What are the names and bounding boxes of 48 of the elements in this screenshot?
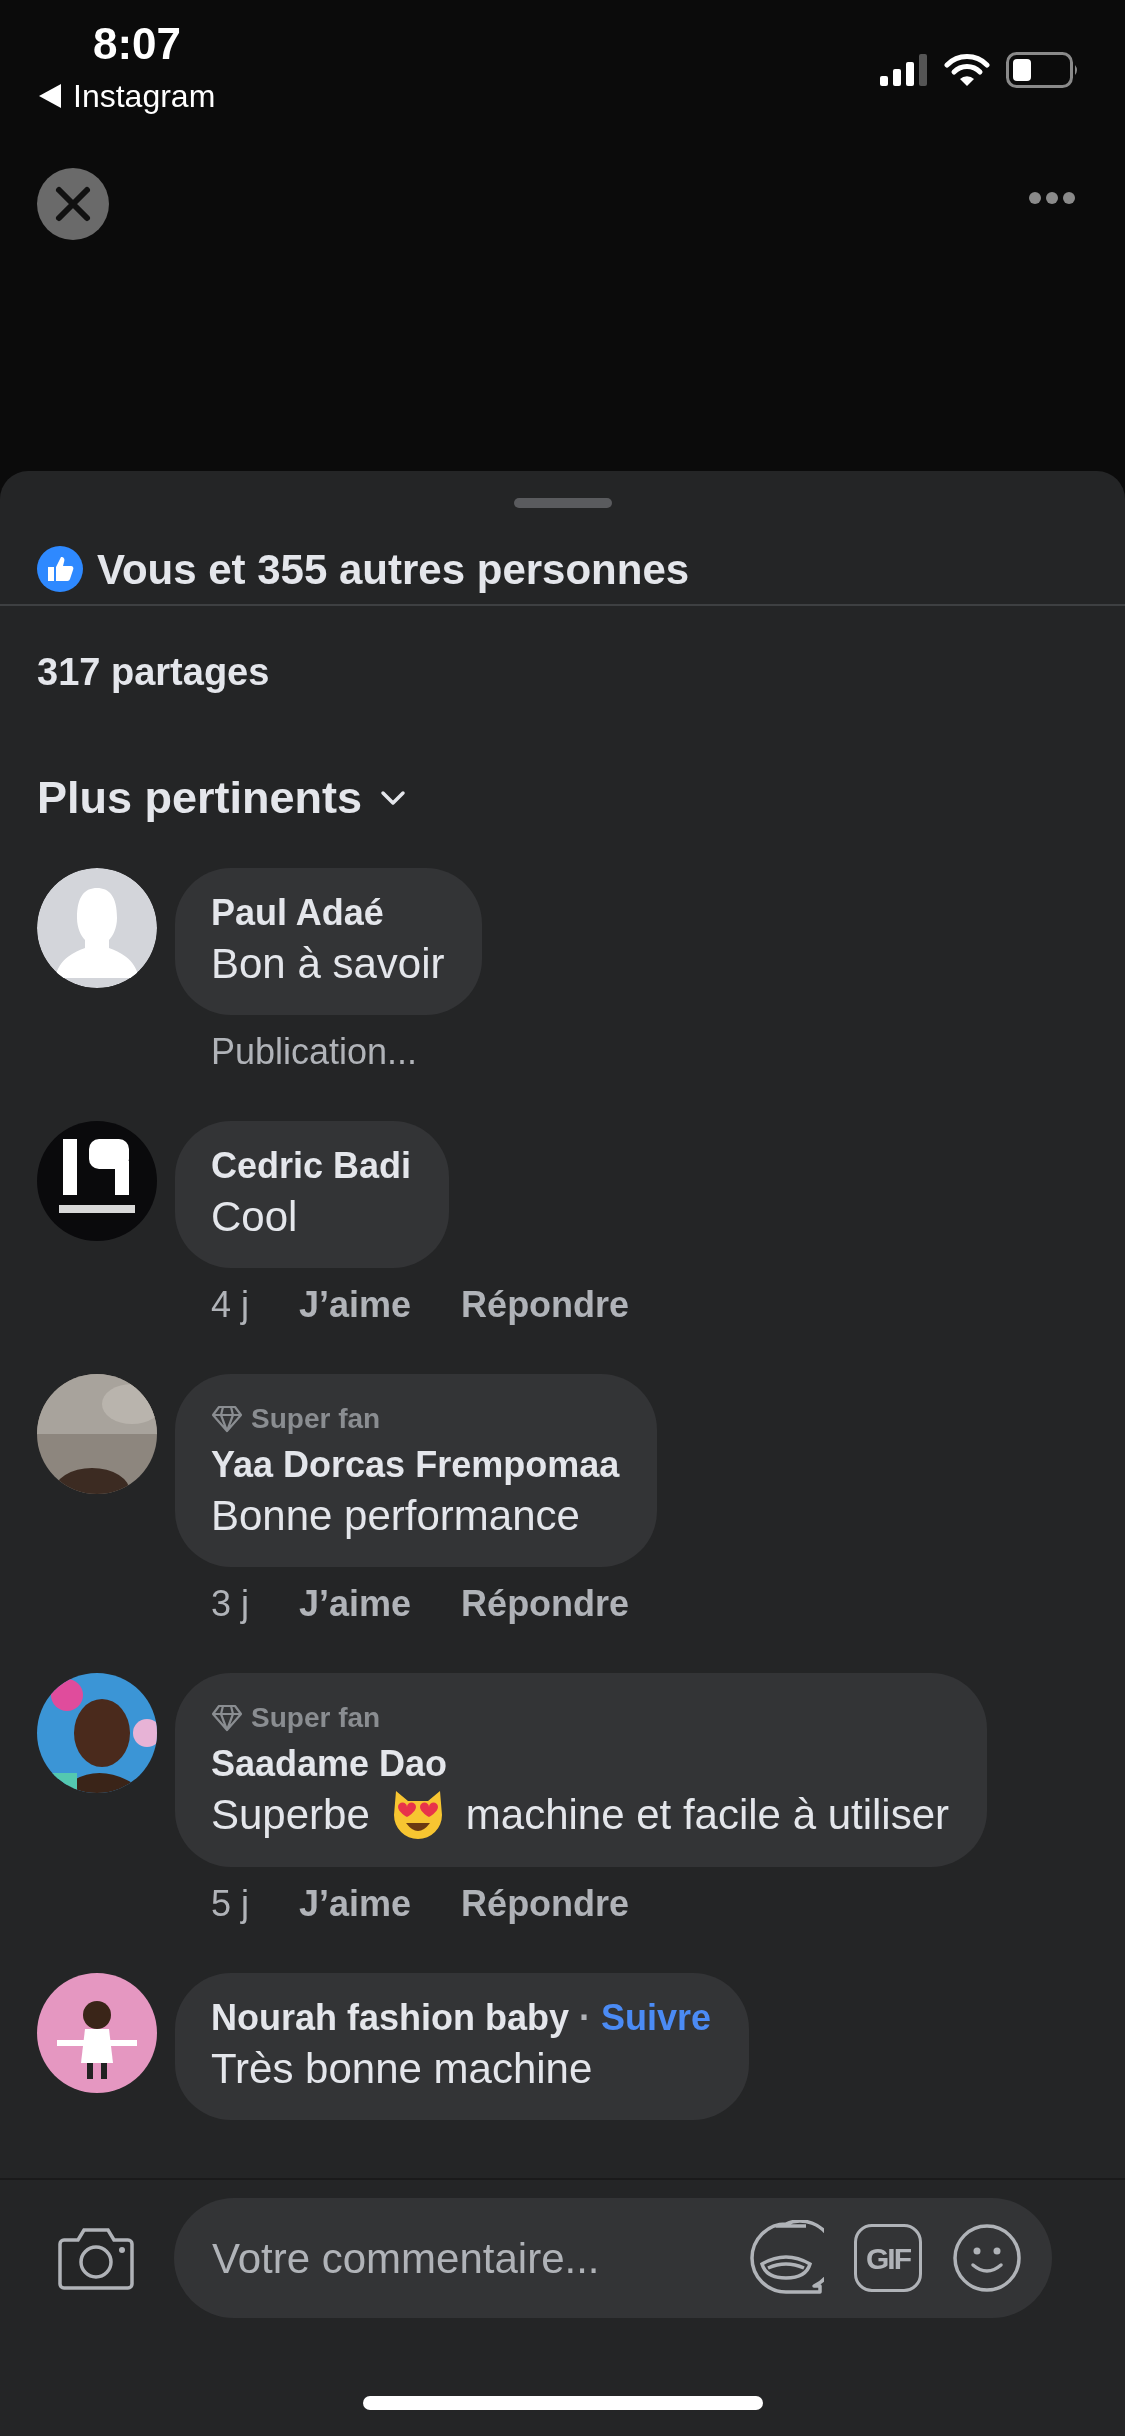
back-app-link[interactable]: Instagram	[73, 80, 216, 112]
back-icon[interactable]	[37, 82, 63, 110]
diamond-icon	[211, 1404, 243, 1433]
more-icon[interactable]	[1029, 192, 1075, 204]
signal-icon	[880, 54, 928, 86]
sticker-icon	[748, 2220, 824, 2296]
thumbs-up-icon	[37, 546, 83, 592]
comment-text: Superbe	[211, 1790, 370, 1840]
comment-field[interactable]: Votre commentaire... GIF	[174, 2198, 1052, 2318]
posting-status: Publication...	[211, 1029, 418, 1074]
wifi-icon	[944, 53, 990, 87]
battery-icon	[1006, 52, 1080, 88]
commenter-name[interactable]: Yaa Dorcas Frempomaa	[211, 1441, 620, 1488]
comment-time: 5 j	[211, 1881, 250, 1926]
comment-text: Bonne performance	[211, 1490, 580, 1541]
fan-label: Super fan	[251, 1700, 381, 1735]
comment-text: Cool	[211, 1191, 298, 1242]
fan-label: Super fan	[251, 1401, 381, 1436]
comment-text: Bon à savoir	[211, 938, 445, 989]
comment-text: Très bonne machine	[211, 2043, 593, 2094]
sort-dropdown[interactable]: Plus pertinents	[37, 764, 407, 832]
commenter-name[interactable]: Saadame Dao	[211, 1740, 448, 1787]
commenter-name[interactable]: Paul Adaé	[211, 889, 384, 936]
like-link[interactable]: J’aime	[299, 1578, 412, 1629]
drag-handle[interactable]	[513, 498, 612, 508]
commenter-name[interactable]: Cedric Badi	[211, 1142, 412, 1189]
emoji-button[interactable]	[952, 2223, 1022, 2293]
comment-text: machine et facile à utiliser	[465, 1790, 950, 1840]
reply-link[interactable]: Répondre	[461, 1279, 630, 1330]
reactions-text[interactable]: Vous et 355 autres personnes	[97, 537, 690, 601]
comment-time: 3 j	[211, 1581, 250, 1626]
commenter-name[interactable]: Nourah fashion baby	[211, 1994, 570, 2041]
sticker-button[interactable]	[748, 2220, 824, 2296]
chevron-down-icon	[380, 789, 407, 806]
diamond-icon	[211, 1703, 243, 1732]
comment-time: 4 j	[211, 1282, 250, 1327]
shares-count[interactable]: 317 partages	[0, 606, 1125, 726]
separator-dot: ·	[579, 1995, 592, 2040]
gif-button[interactable]: GIF	[854, 2224, 922, 2292]
avatar-icon	[37, 867, 157, 988]
like-link[interactable]: J’aime	[299, 1279, 412, 1330]
reply-link[interactable]: Répondre	[461, 1878, 630, 1929]
follow-link[interactable]: Suivre	[601, 1994, 712, 2041]
reply-link[interactable]: Répondre	[461, 1578, 630, 1629]
smiley-icon	[952, 2223, 1022, 2293]
like-link[interactable]: J’aime	[299, 1878, 412, 1929]
close-icon	[53, 184, 93, 224]
status-time: 8:07	[93, 22, 183, 66]
